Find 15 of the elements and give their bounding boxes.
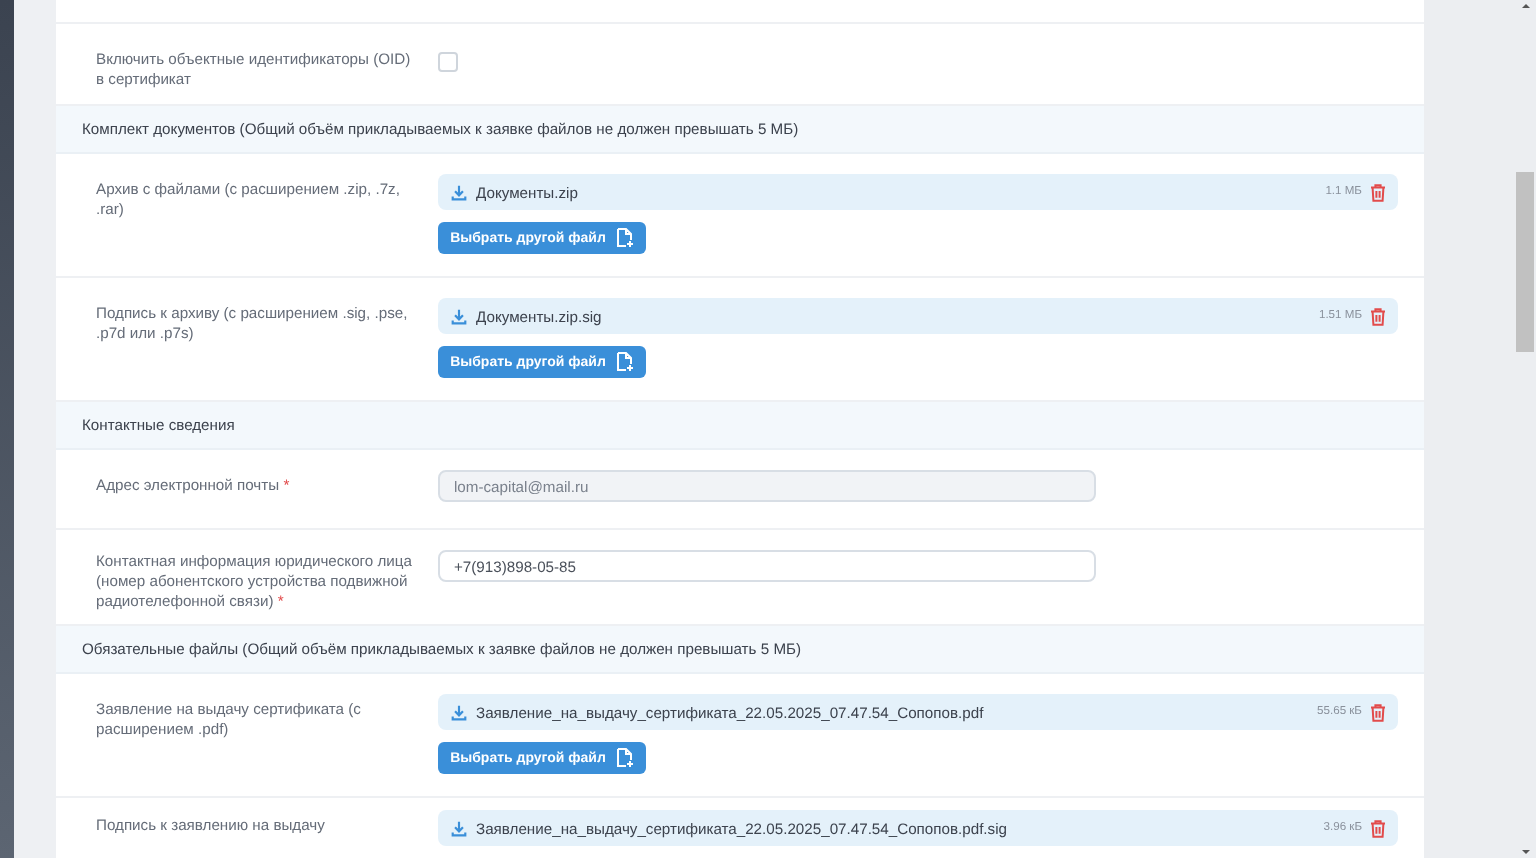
- trash-icon[interactable]: [1370, 703, 1386, 721]
- download-icon: [450, 307, 468, 325]
- scrollbar-thumb[interactable]: [1516, 172, 1534, 352]
- scroll-down-icon[interactable]: [1519, 846, 1531, 858]
- download-icon: [450, 819, 468, 837]
- trash-icon[interactable]: [1370, 307, 1386, 325]
- download-icon: [450, 183, 468, 201]
- file-plus-icon: [615, 352, 634, 372]
- download-icon: [450, 703, 468, 721]
- trash-icon[interactable]: [1370, 819, 1386, 837]
- checkbox[interactable]: [438, 52, 458, 72]
- file-plus-icon: [615, 228, 634, 248]
- trash-icon[interactable]: [1370, 183, 1386, 201]
- file-plus-icon: [615, 748, 634, 768]
- scroll-up-icon[interactable]: [1519, 0, 1531, 12]
